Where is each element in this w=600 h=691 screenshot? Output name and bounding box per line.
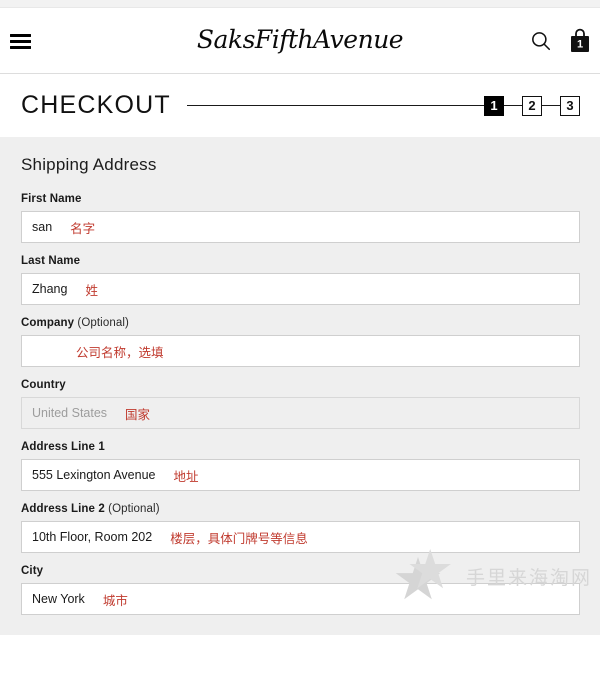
address-line-1-label-text: Address Line 1: [21, 441, 105, 453]
last-name-annotation: 姓: [85, 283, 98, 298]
field-city: City New York 城市: [21, 565, 580, 615]
first-name-value: san: [32, 220, 53, 234]
first-name-label: First Name: [21, 193, 580, 205]
page-title: CHECKOUT: [21, 91, 171, 119]
address-line-2-value: 10th Floor, Room 202: [32, 530, 153, 544]
progress-line: [186, 105, 484, 106]
company-label-text: Company: [21, 317, 75, 329]
site-header: SaksFifthAvenue 1: [0, 8, 600, 74]
address-line-1-label: Address Line 1: [21, 441, 580, 453]
bag-count: 1: [577, 39, 583, 51]
address-line-2-label: Address Line 2 (Optional): [21, 503, 580, 515]
first-name-input[interactable]: san 名字: [21, 211, 580, 243]
shipping-address-form: Shipping Address First Name san 名字 Last Nam…: [0, 137, 600, 635]
address-line-1-value: 555 Lexington Avenue: [32, 468, 156, 482]
country-label: Country: [21, 379, 580, 391]
address-line-2-annotation: 楼层，具体门牌号等信息: [170, 531, 308, 546]
step-connector: [542, 105, 560, 106]
checkout-step-3[interactable]: 3: [560, 95, 580, 116]
shopping-bag-icon[interactable]: 1: [568, 28, 592, 54]
city-label-text: City: [21, 565, 44, 577]
checkout-progress-bar: CHECKOUT 1 2 3: [0, 74, 600, 137]
company-optional-tag: (Optional): [77, 317, 129, 329]
company-label: Company (Optional): [21, 317, 580, 329]
country-annotation: 国家: [125, 407, 151, 422]
checkout-step-2[interactable]: 2: [522, 95, 542, 116]
company-annotation: 公司名称，选填: [76, 345, 164, 360]
country-label-text: Country: [21, 379, 66, 391]
checkout-steps: 1 2 3: [484, 95, 580, 116]
last-name-input[interactable]: Zhang 姓: [21, 273, 580, 305]
city-annotation: 城市: [102, 593, 128, 608]
checkout-step-1[interactable]: 1: [484, 95, 504, 116]
saks-fifth-avenue-logo[interactable]: SaksFifthAvenue: [0, 24, 600, 56]
first-name-annotation: 名字: [70, 221, 96, 236]
checkout-page: SaksFifthAvenue 1 CHECKOUT 1 2 3 Shippin…: [0, 0, 600, 691]
country-input: United States 国家: [21, 397, 580, 429]
form-fields: First Name san 名字 Last Name Zhang 姓 Company (O…: [21, 193, 580, 615]
address-line-1-input[interactable]: 555 Lexington Avenue 地址: [21, 459, 580, 491]
city-label: City: [21, 565, 580, 577]
section-title: Shipping Address: [21, 155, 157, 174]
address-line-2-input[interactable]: 10th Floor, Room 202 楼层，具体门牌号等信息: [21, 521, 580, 553]
last-name-label: Last Name: [21, 255, 580, 267]
address-line-2-label-text: Address Line 2: [21, 503, 105, 515]
header-icon-group: 1: [530, 28, 592, 54]
field-address-line-1: Address Line 1 555 Lexington Avenue 地址: [21, 441, 580, 491]
company-input[interactable]: 公司名称，选填: [21, 335, 580, 367]
step-connector: [504, 105, 522, 106]
search-icon[interactable]: [530, 30, 552, 52]
field-last-name: Last Name Zhang 姓: [21, 255, 580, 305]
city-value: New York: [32, 592, 85, 606]
address-line-1-annotation: 地址: [173, 469, 199, 484]
field-company: Company (Optional) 公司名称，选填: [21, 317, 580, 367]
first-name-label-text: First Name: [21, 193, 82, 205]
field-country: Country United States 国家: [21, 379, 580, 429]
address-line-2-optional-tag: (Optional): [108, 503, 160, 515]
last-name-label-text: Last Name: [21, 255, 81, 267]
country-value: United States: [32, 406, 108, 420]
top-strip: [0, 0, 600, 8]
last-name-value: Zhang: [32, 282, 68, 296]
city-input[interactable]: New York 城市: [21, 583, 580, 615]
field-first-name: First Name san 名字: [21, 193, 580, 243]
logo-text: SaksFifthAvenue: [196, 25, 404, 54]
field-address-line-2: Address Line 2 (Optional) 10th Floor, Roo…: [21, 503, 580, 553]
